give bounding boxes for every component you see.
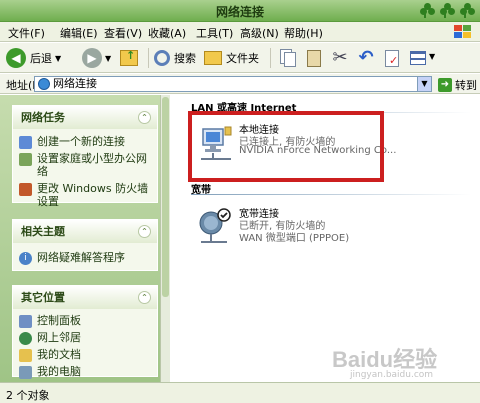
search-button[interactable]: 搜索 (154, 47, 196, 69)
address-field[interactable]: 网络连接 ▼ (34, 76, 432, 92)
task-setup-home-network[interactable]: 设置家庭或小型办公网络 (13, 150, 157, 180)
computer-icon (19, 366, 32, 379)
task-pane-scrollbar[interactable] (160, 95, 170, 382)
forward-dropdown-icon[interactable]: ▼ (105, 54, 111, 63)
views-dropdown-icon[interactable]: ▼ (429, 52, 435, 61)
collapse-chevron-icon[interactable]: ⌃ (138, 225, 151, 238)
other-places-header[interactable]: 其它位置 ⌃ (13, 286, 157, 309)
go-button[interactable]: ➜ 转到 (438, 77, 477, 93)
forward-button[interactable]: ▶ ▼ (82, 47, 111, 69)
group-divider (191, 194, 471, 195)
go-label: 转到 (455, 79, 477, 92)
back-arrow-icon: ◀ (6, 48, 26, 68)
scrollbar-thumb[interactable] (162, 97, 169, 297)
network-connections-icon (38, 78, 50, 90)
task-network-troubleshooter[interactable]: i 网络疑难解答程序 (13, 249, 157, 266)
menu-edit[interactable]: 编辑(E) (60, 25, 98, 41)
menu-bar: 文件(F) 编辑(E) 查看(V) 收藏(A) 工具(T) 高级(N) 帮助(H… (0, 22, 480, 42)
move-to-icon[interactable] (304, 48, 324, 68)
task-label: 控制面板 (37, 314, 81, 327)
task-label: 我的文档 (37, 348, 81, 361)
menu-file[interactable]: 文件(F) (8, 25, 45, 41)
task-create-connection[interactable]: 创建一个新的连接 (13, 133, 157, 150)
task-label: 网络疑难解答程序 (37, 251, 125, 264)
network-tasks-panel: 网络任务 ⌃ 创建一个新的连接 设置家庭或小型办公网络 更改 Windows 防… (12, 105, 158, 208)
windows-logo-icon (452, 24, 474, 40)
task-label: 更改 Windows 防火墙设置 (37, 182, 149, 208)
minimize-clover-icon[interactable] (420, 3, 436, 19)
close-clover-icon[interactable] (460, 3, 476, 19)
scissors-icon[interactable]: ✂ (330, 48, 350, 68)
views-icon[interactable]: ▼ (408, 48, 436, 68)
menu-view[interactable]: 查看(V) (104, 25, 142, 41)
back-button[interactable]: ◀ 后退 ▼ (6, 47, 61, 69)
place-control-panel[interactable]: 控制面板 (13, 312, 157, 329)
broadband-connection-icon (199, 208, 231, 243)
related-topics-title: 相关主题 (21, 225, 65, 238)
address-value: 网络连接 (53, 77, 97, 90)
search-label: 搜索 (174, 52, 196, 65)
task-pane: 网络任务 ⌃ 创建一个新的连接 设置家庭或小型办公网络 更改 Windows 防… (0, 95, 170, 382)
task-label: 创建一个新的连接 (37, 135, 125, 148)
undo-icon[interactable]: ↶ (356, 48, 376, 68)
properties-icon[interactable]: ✓ (382, 48, 402, 68)
task-change-firewall[interactable]: 更改 Windows 防火墙设置 (13, 180, 157, 210)
new-connection-icon (19, 136, 32, 149)
back-label: 后退 (30, 52, 52, 65)
menu-tools[interactable]: 工具(T) (196, 25, 233, 41)
place-my-documents[interactable]: 我的文档 (13, 346, 157, 363)
folders-button[interactable]: 文件夹 (204, 47, 259, 69)
connection-device: WAN 微型端口 (PPPOE) (239, 233, 350, 244)
related-topics-header[interactable]: 相关主题 ⌃ (13, 220, 157, 243)
task-label: 设置家庭或小型办公网络 (37, 152, 147, 178)
folders-icon (204, 51, 222, 65)
address-bar: 地址(D) 网络连接 ▼ ➜ 转到 (0, 74, 480, 94)
network-tasks-title: 网络任务 (21, 111, 65, 124)
other-places-panel: 其它位置 ⌃ 控制面板 网上邻居 我的文档 我的电脑 (12, 285, 158, 380)
address-dropdown-icon[interactable]: ▼ (417, 77, 431, 91)
maximize-clover-icon[interactable] (440, 3, 456, 19)
copy-to-icon[interactable] (278, 48, 298, 68)
title-bar: 网络连接 (0, 0, 480, 22)
toolbar-separator (148, 48, 149, 68)
firewall-icon (19, 183, 32, 196)
collapse-chevron-icon[interactable]: ⌃ (138, 111, 151, 124)
network-places-icon (19, 332, 32, 345)
watermark-url: jingyan.baidu.com (350, 370, 434, 380)
go-arrow-icon: ➜ (438, 78, 452, 92)
highlight-box (188, 111, 384, 182)
menu-favorites[interactable]: 收藏(A) (148, 25, 186, 41)
documents-folder-icon (19, 349, 32, 362)
collapse-chevron-icon[interactable]: ⌃ (138, 291, 151, 304)
baidu-watermark: Baidu经验 jingyan.baidu.com (332, 340, 472, 382)
network-tasks-header[interactable]: 网络任务 ⌃ (13, 106, 157, 129)
broadband-connection[interactable]: 宽带连接 已断开, 有防火墙的 WAN 微型端口 (PPPOE) (193, 205, 381, 249)
object-count: 2 个对象 (6, 389, 50, 402)
up-folder-button[interactable]: ↑ (120, 47, 138, 69)
status-bar: 2 个对象 (0, 382, 480, 403)
menu-advanced[interactable]: 高级(N) (240, 25, 279, 41)
related-topics-panel: 相关主题 ⌃ i 网络疑难解答程序 (12, 219, 158, 271)
toolbar: ◀ 后退 ▼ ▶ ▼ ↑ 搜索 文件夹 ✂ ↶ ✓ ▼ (0, 43, 480, 73)
task-label: 我的电脑 (37, 365, 81, 378)
search-icon (154, 50, 170, 66)
toolbar-separator (270, 48, 271, 68)
control-panel-icon (19, 315, 32, 328)
place-network-neighborhood[interactable]: 网上邻居 (13, 329, 157, 346)
home-network-icon (19, 153, 32, 166)
forward-arrow-icon: ▶ (82, 48, 102, 68)
up-folder-icon: ↑ (120, 49, 138, 66)
window-title: 网络连接 (215, 5, 264, 19)
info-icon: i (19, 252, 32, 265)
task-label: 网上邻居 (37, 331, 81, 344)
menu-help[interactable]: 帮助(H) (284, 25, 323, 41)
back-dropdown-icon[interactable]: ▼ (55, 54, 61, 63)
place-my-computer[interactable]: 我的电脑 (13, 363, 157, 380)
other-places-title: 其它位置 (21, 291, 65, 304)
folders-label: 文件夹 (226, 52, 259, 65)
